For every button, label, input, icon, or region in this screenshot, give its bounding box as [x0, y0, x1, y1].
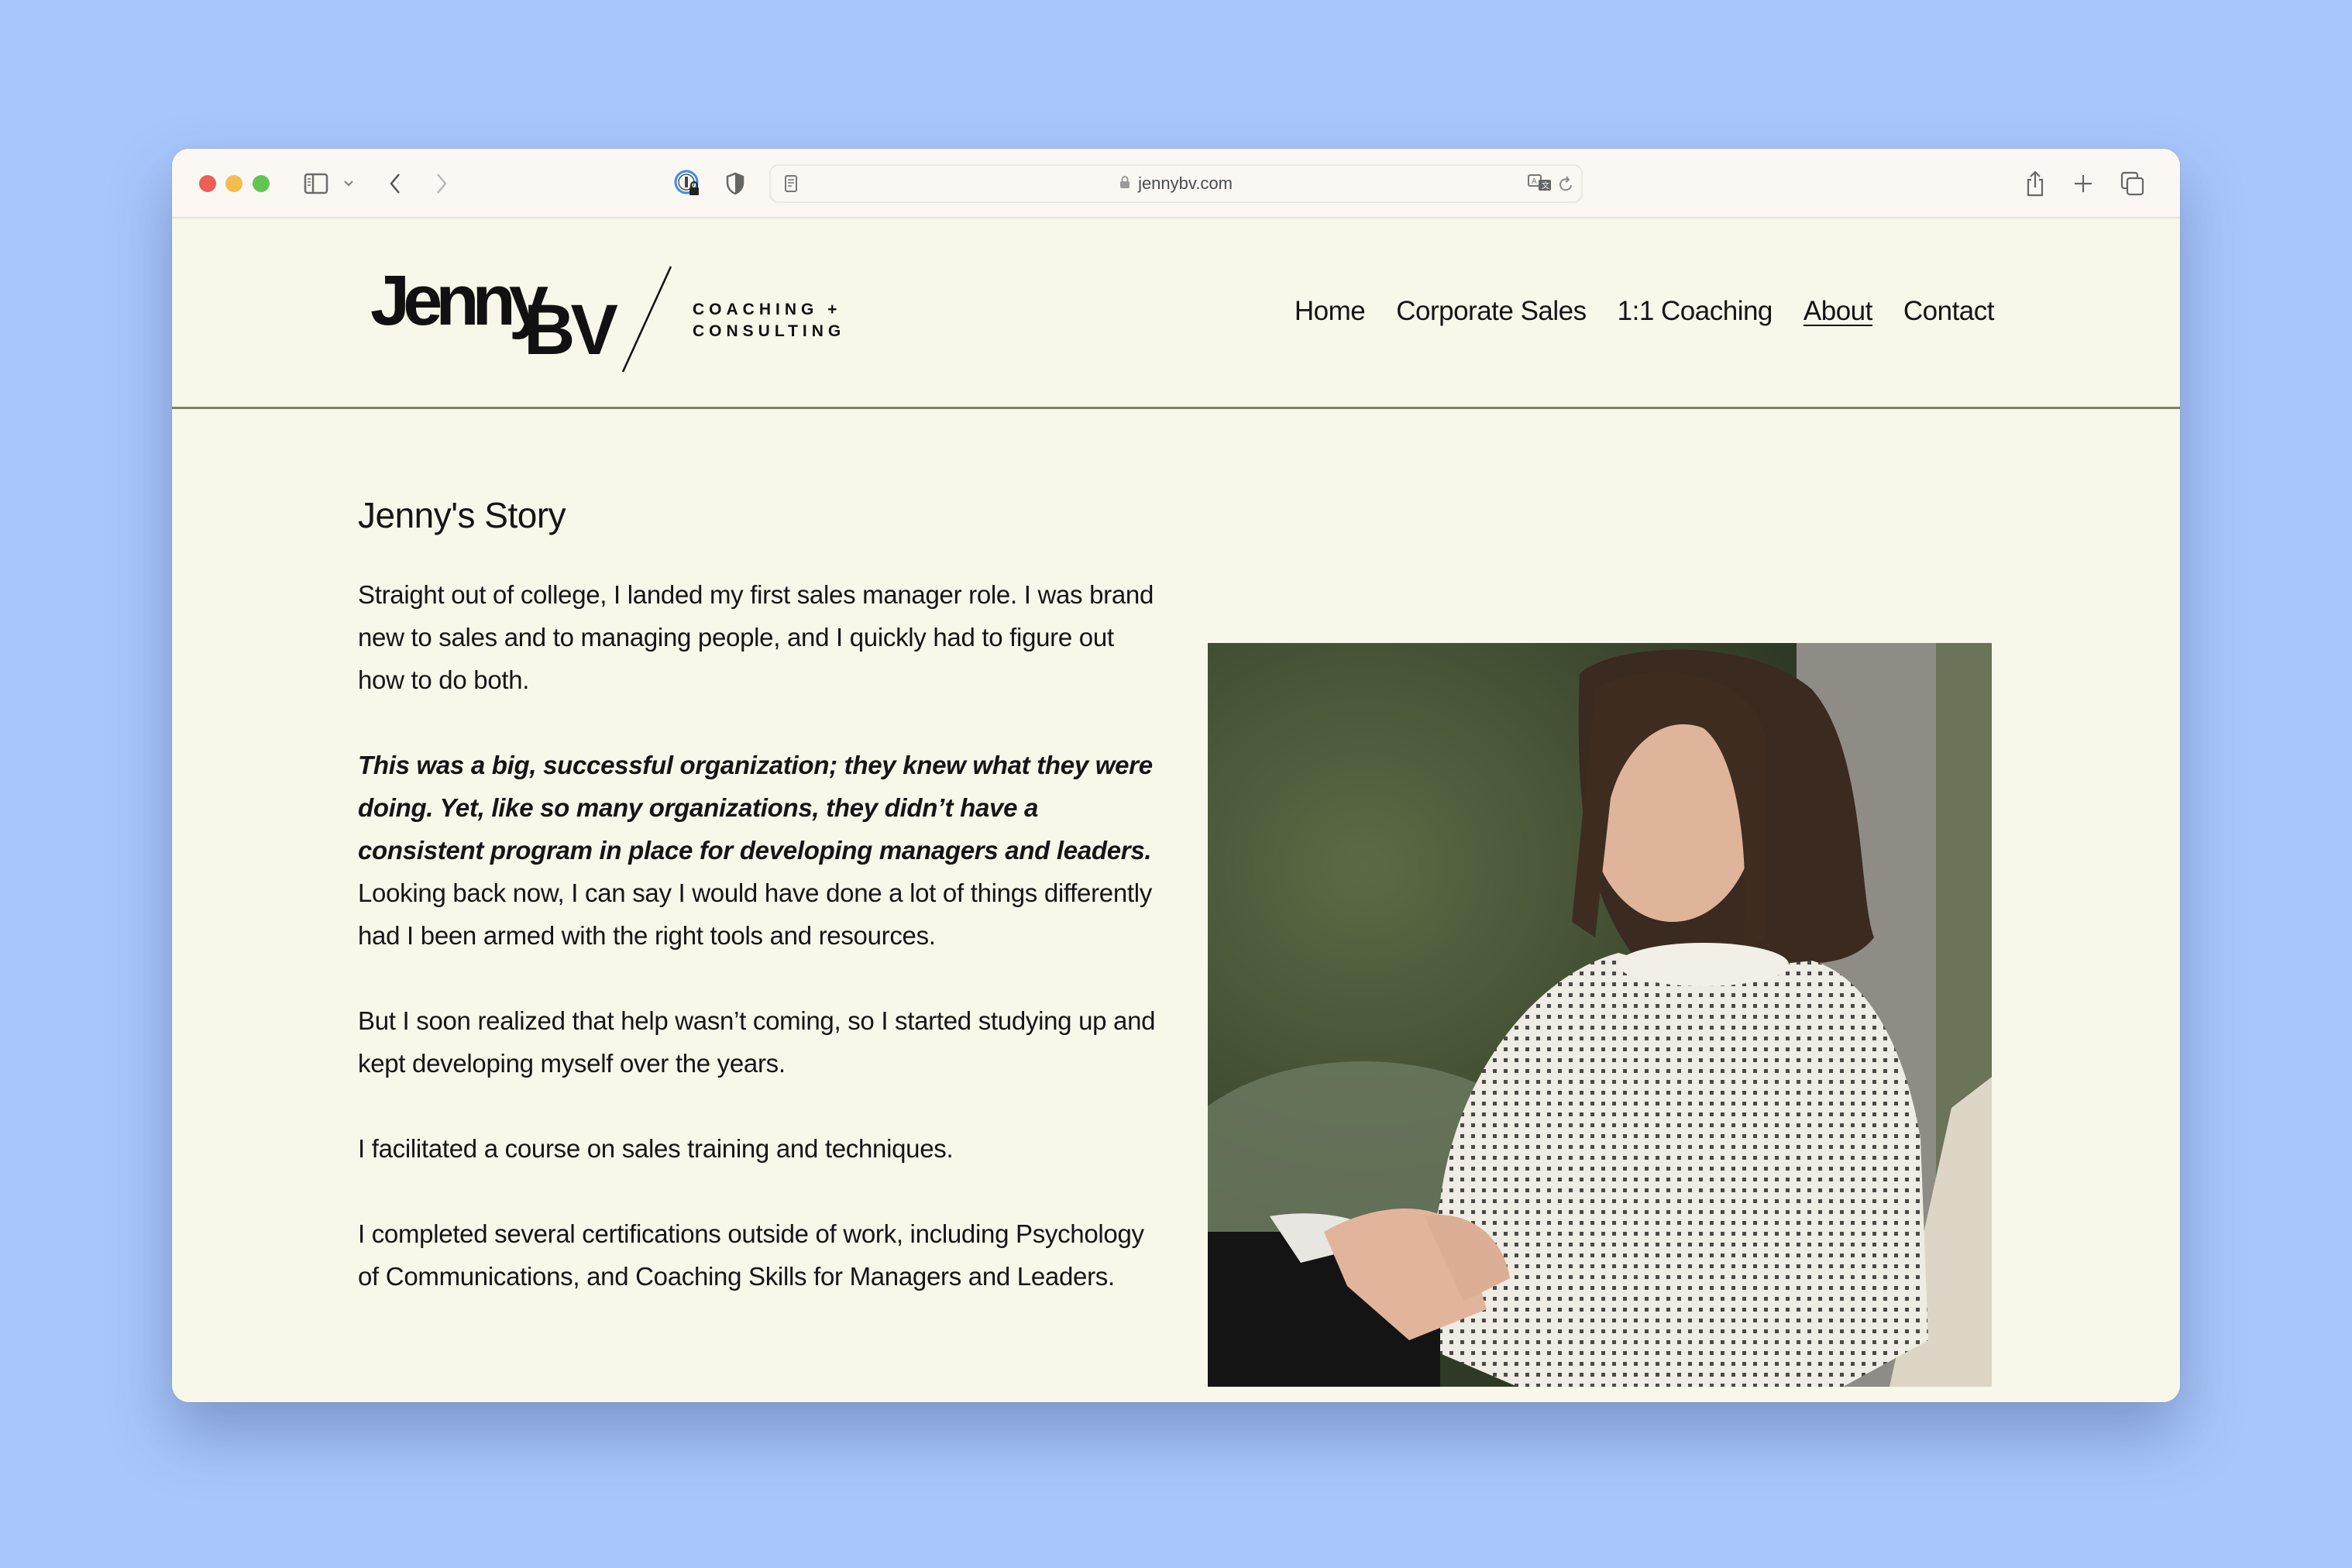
logo-divider-slash	[621, 266, 672, 373]
minimize-window-button[interactable]	[225, 175, 242, 192]
sidebar-icon[interactable]	[302, 169, 330, 198]
web-page: Jenny BV COACHING + CONSULTING Home Corp…	[172, 218, 2180, 1402]
story-paragraph: But I soon realized that help wasn’t com…	[358, 999, 1164, 1085]
address-bar[interactable]: jennybv.com A文	[769, 164, 1583, 203]
password-manager-icon[interactable]	[672, 169, 703, 198]
paragraph-text: I facilitated a course on sales training…	[358, 1134, 954, 1163]
nav-corporate-sales[interactable]: Corporate Sales	[1396, 296, 1587, 327]
zoom-window-button[interactable]	[253, 175, 270, 192]
story-paragraph: I completed several certifications outsi…	[358, 1212, 1164, 1298]
main-nav: Home Corporate Sales 1:1 Coaching About …	[1295, 296, 1995, 327]
photo-illustration	[1208, 643, 1992, 1387]
site-header: Jenny BV COACHING + CONSULTING Home Corp…	[172, 218, 2180, 409]
plus-icon[interactable]	[2072, 169, 2095, 198]
svg-text:A: A	[1532, 177, 1537, 186]
shield-icon[interactable]	[724, 169, 747, 198]
paragraph-text: Looking back now, I can say I would have…	[358, 879, 1152, 950]
browser-window: jennybv.com A文 Jenny BV COACHING + CONSU…	[172, 149, 2180, 1402]
story-section: Jenny's Story Straight out of college, I…	[358, 494, 1164, 1340]
paragraph-text: Straight out of college, I landed my fir…	[358, 580, 1154, 694]
chevron-left-icon[interactable]	[386, 169, 404, 198]
nav-contact[interactable]: Contact	[1903, 296, 1995, 327]
chevron-right-icon[interactable]	[432, 169, 451, 198]
story-paragraph: This was a big, successful organization;…	[358, 744, 1164, 957]
svg-text:文: 文	[1542, 181, 1549, 191]
translate-icon[interactable]: A文	[1527, 169, 1553, 198]
chevron-down-icon[interactable]	[341, 169, 356, 198]
nav-one-on-one-coaching[interactable]: 1:1 Coaching	[1618, 296, 1773, 327]
story-paragraph: I facilitated a course on sales training…	[358, 1127, 1164, 1170]
story-title: Jenny's Story	[358, 495, 566, 535]
logo-name-bv: BV	[524, 291, 618, 370]
nav-about[interactable]: About	[1804, 296, 1872, 327]
paragraph-text: But I soon realized that help wasn’t com…	[358, 1006, 1156, 1078]
nav-home[interactable]: Home	[1295, 296, 1366, 327]
tab-overview-icon[interactable]	[2120, 169, 2146, 198]
logo-tagline-line2: CONSULTING	[693, 322, 846, 340]
site-logo[interactable]: Jenny BV COACHING + CONSULTING	[370, 265, 874, 381]
jenny-portrait-photo	[1208, 643, 1992, 1387]
url-display[interactable]: jennybv.com	[771, 166, 1581, 201]
browser-toolbar: jennybv.com A文	[172, 149, 2180, 218]
logo-name-jenny: Jenny	[370, 261, 548, 340]
url-text: jennybv.com	[1138, 174, 1233, 193]
share-icon[interactable]	[2024, 169, 2047, 198]
logo-tagline: COACHING + CONSULTING	[693, 299, 845, 342]
logo-tagline-line1: COACHING +	[693, 301, 842, 318]
paragraph-emphasis: This was a big, successful organization;…	[358, 751, 1153, 865]
paragraph-text: I completed several certifications outsi…	[358, 1219, 1144, 1291]
close-window-button[interactable]	[199, 175, 216, 192]
reload-icon[interactable]	[1558, 169, 1575, 198]
lock-icon	[1119, 174, 1130, 194]
story-paragraph: Straight out of college, I landed my fir…	[358, 573, 1164, 701]
